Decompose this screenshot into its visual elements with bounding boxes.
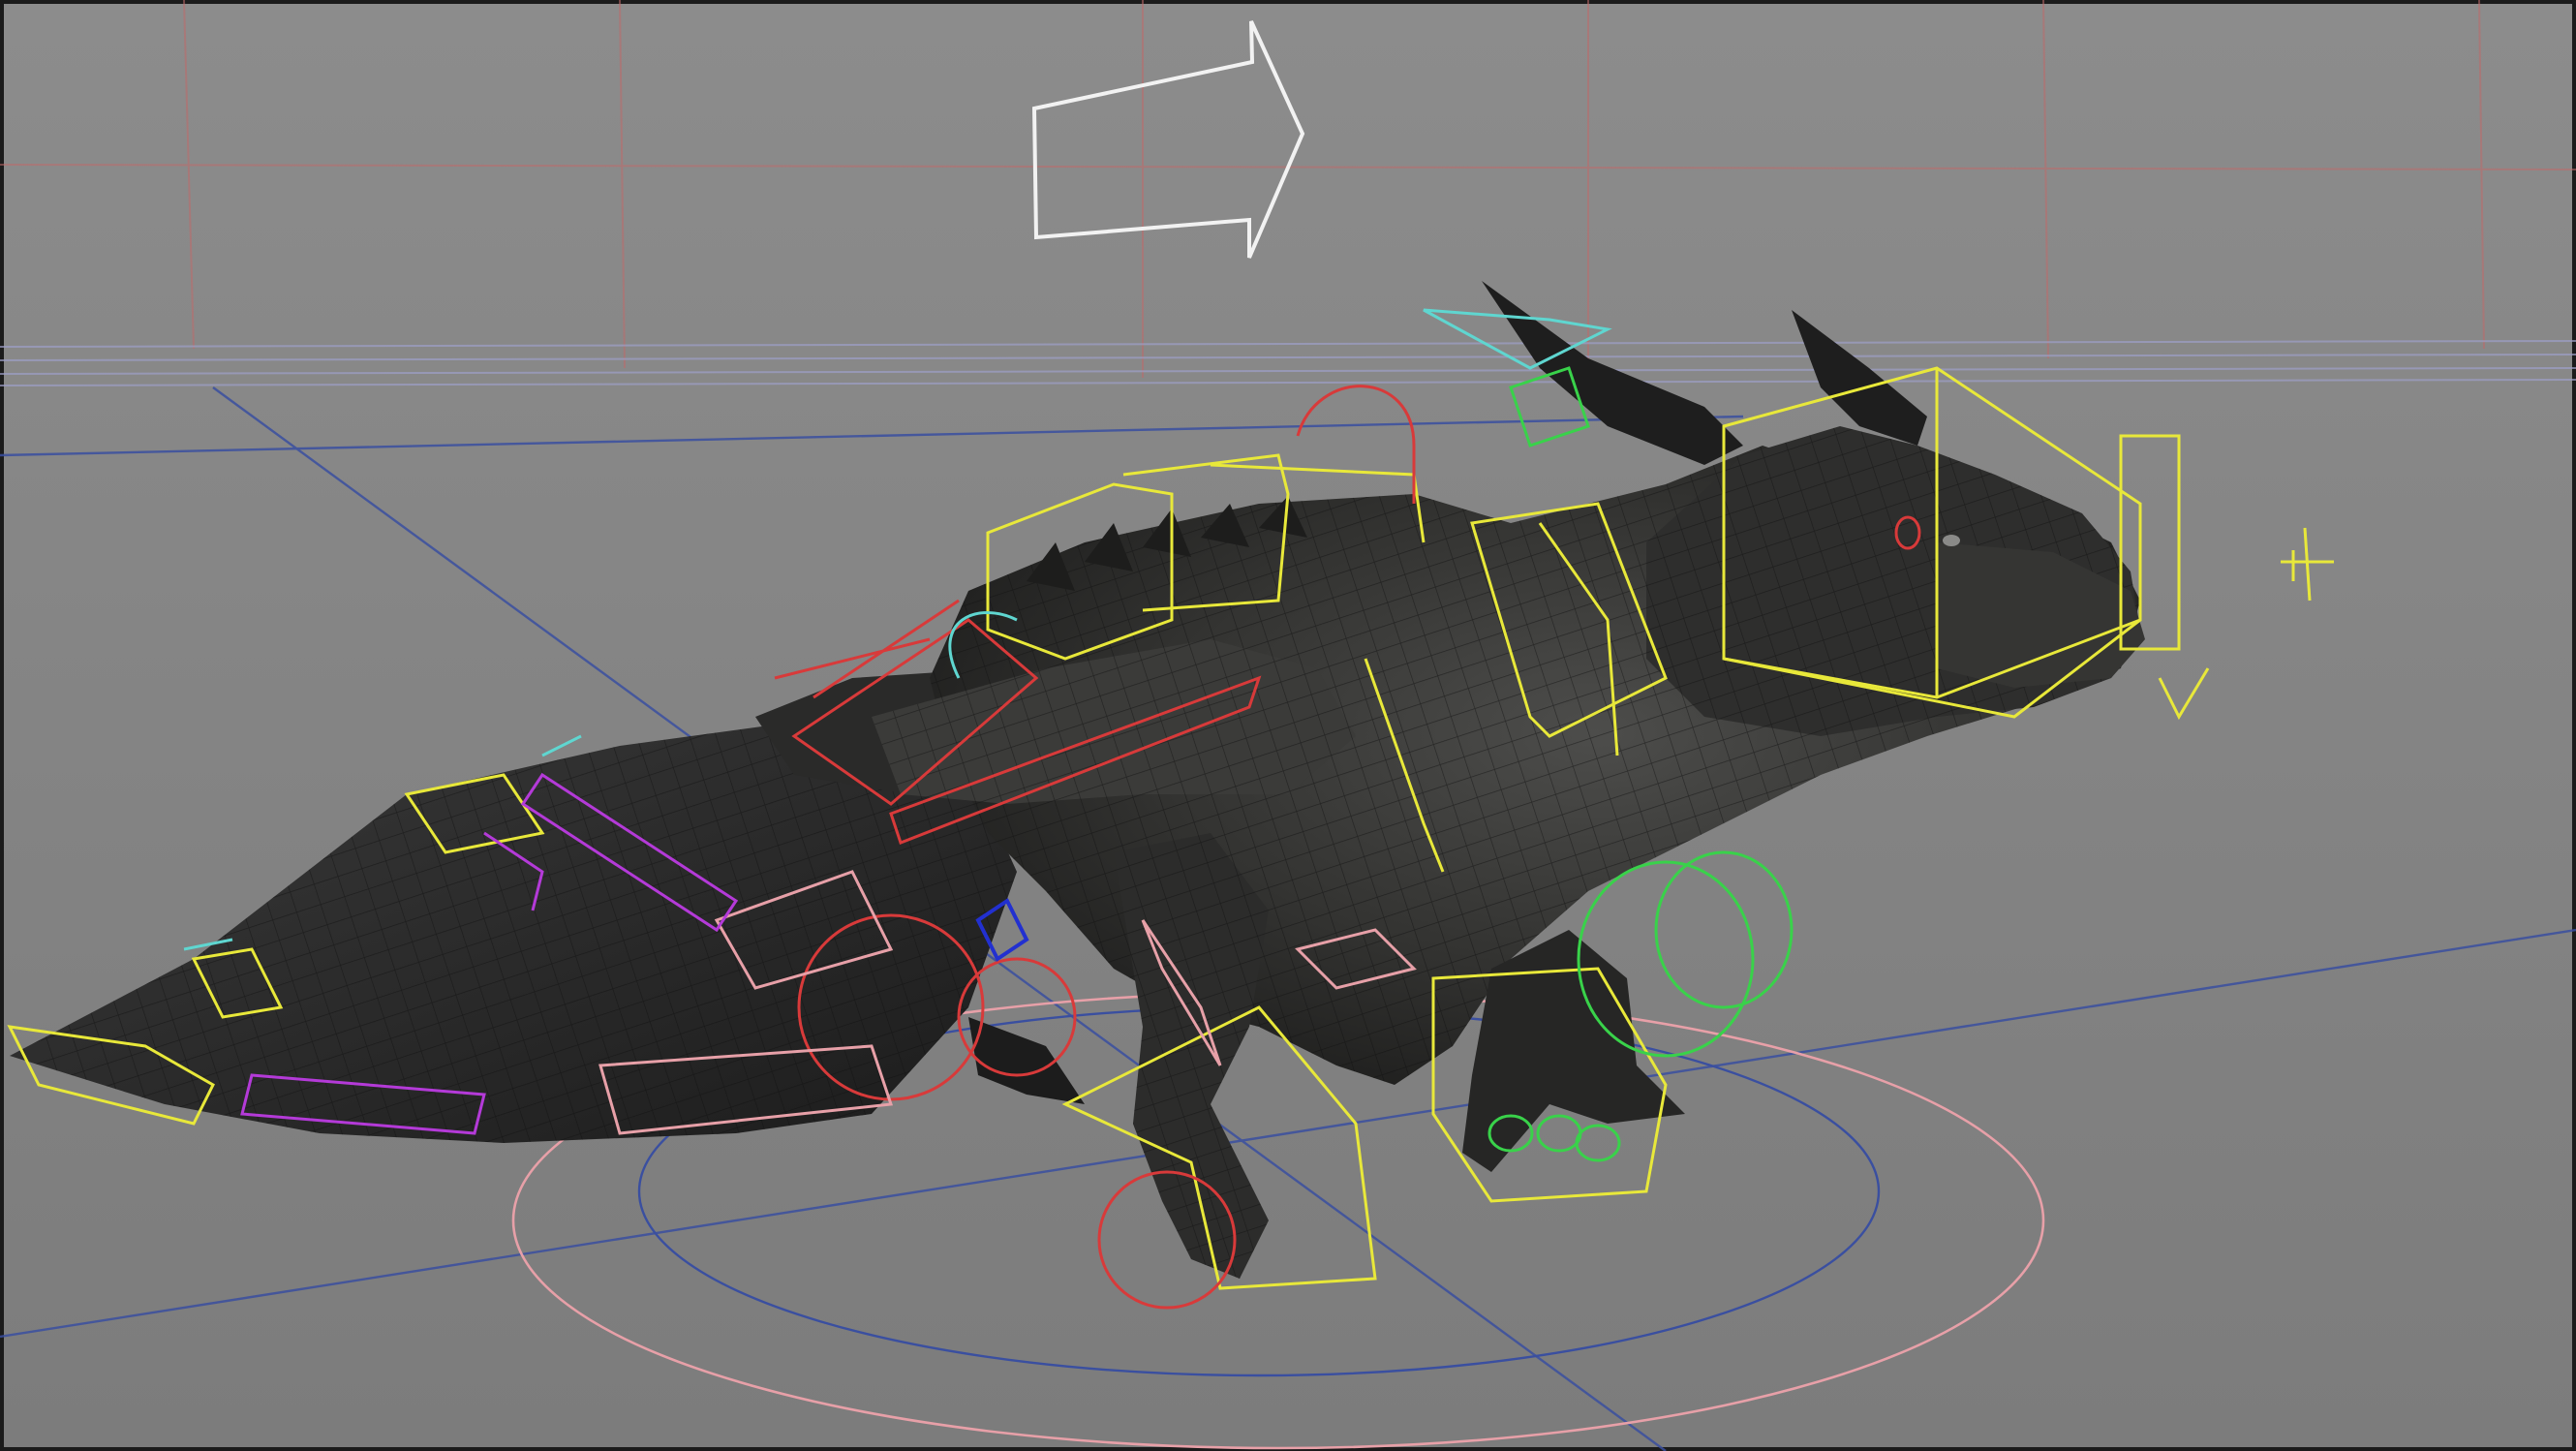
viewport-canvas[interactable] [0, 0, 2576, 1451]
3d-viewport[interactable] [0, 0, 2576, 1451]
